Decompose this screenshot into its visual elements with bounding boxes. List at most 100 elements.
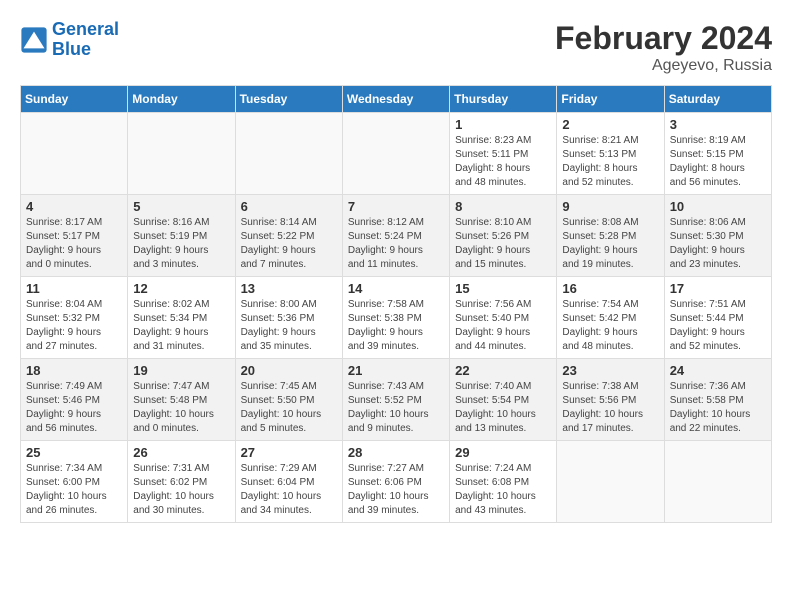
- day-info: Sunrise: 7:38 AM Sunset: 5:56 PM Dayligh…: [562, 380, 658, 436]
- column-header-thursday: Thursday: [450, 86, 557, 113]
- calendar-cell: 7Sunrise: 8:12 AM Sunset: 5:24 PM Daylig…: [342, 195, 449, 277]
- day-number: 3: [670, 117, 766, 132]
- day-number: 14: [348, 281, 444, 296]
- day-number: 24: [670, 363, 766, 378]
- day-number: 6: [241, 199, 337, 214]
- day-info: Sunrise: 8:08 AM Sunset: 5:28 PM Dayligh…: [562, 216, 658, 272]
- calendar-cell: [557, 441, 664, 523]
- day-info: Sunrise: 7:36 AM Sunset: 5:58 PM Dayligh…: [670, 380, 766, 436]
- calendar-cell: 15 Sunrise: 7:56 AM Sunset: 5:40 PM Dayli…: [450, 277, 557, 359]
- calendar-cell: 4Sunrise: 8:17 AM Sunset: 5:17 PM Daylig…: [21, 195, 128, 277]
- calendar-week-row: 11Sunrise: 8:04 AM Sunset: 5:32 PM Dayli…: [21, 277, 772, 359]
- day-info: Sunrise: 8:10 AM Sunset: 5:26 PM Dayligh…: [455, 216, 551, 272]
- day-info: Sunrise: 7:56 AM Sunset: 5:40 PM Dayligh…: [455, 298, 551, 354]
- calendar-cell: 23Sunrise: 7:38 AM Sunset: 5:56 PM Dayli…: [557, 359, 664, 441]
- day-number: 10: [670, 199, 766, 214]
- calendar-cell: [21, 113, 128, 195]
- day-number: 19: [133, 363, 229, 378]
- day-number: 13: [241, 281, 337, 296]
- calendar-cell: 13 Sunrise: 8:00 AM Sunset: 5:36 PM Dayli…: [235, 277, 342, 359]
- logo-line1: General: [52, 19, 119, 39]
- calendar-cell: 16 Sunrise: 7:54 AM Sunset: 5:42 PM Dayli…: [557, 277, 664, 359]
- calendar-cell: 25 Sunrise: 7:34 AM Sunset: 6:00 PM Dayli…: [21, 441, 128, 523]
- logo-line2: Blue: [52, 39, 91, 59]
- calendar-cell: [342, 113, 449, 195]
- day-info: Sunrise: 7:40 AM Sunset: 5:54 PM Dayligh…: [455, 380, 551, 436]
- day-number: 28: [348, 445, 444, 460]
- calendar-cell: 10 Sunrise: 8:06 AM Sunset: 5:30 PM Dayli…: [664, 195, 771, 277]
- day-info: Sunrise: 7:54 AM Sunset: 5:42 PM Dayligh…: [562, 298, 658, 354]
- calendar-cell: 26 Sunrise: 7:31 AM Sunset: 6:02 PM Dayli…: [128, 441, 235, 523]
- day-number: 22: [455, 363, 551, 378]
- day-number: 16: [562, 281, 658, 296]
- subtitle: Ageyevo, Russia: [555, 57, 772, 75]
- calendar-cell: 3 Sunrise: 8:19 AM Sunset: 5:15 PM Daylig…: [664, 113, 771, 195]
- day-info: Sunrise: 8:02 AM Sunset: 5:34 PM Dayligh…: [133, 298, 229, 354]
- day-number: 8: [455, 199, 551, 214]
- day-number: 12: [133, 281, 229, 296]
- day-info: Sunrise: 7:58 AM Sunset: 5:38 PM Dayligh…: [348, 298, 444, 354]
- calendar-cell: 14 Sunrise: 7:58 AM Sunset: 5:38 PM Dayli…: [342, 277, 449, 359]
- day-info: Sunrise: 8:23 AM Sunset: 5:11 PM Dayligh…: [455, 134, 551, 190]
- day-info: Sunrise: 8:19 AM Sunset: 5:15 PM Dayligh…: [670, 134, 766, 190]
- calendar-cell: 11Sunrise: 8:04 AM Sunset: 5:32 PM Dayli…: [21, 277, 128, 359]
- day-number: 7: [348, 199, 444, 214]
- calendar-cell: 9 Sunrise: 8:08 AM Sunset: 5:28 PM Daylig…: [557, 195, 664, 277]
- column-header-monday: Monday: [128, 86, 235, 113]
- calendar-cell: 8 Sunrise: 8:10 AM Sunset: 5:26 PM Daylig…: [450, 195, 557, 277]
- day-info: Sunrise: 8:00 AM Sunset: 5:36 PM Dayligh…: [241, 298, 337, 354]
- calendar-cell: 5Sunrise: 8:16 AM Sunset: 5:19 PM Daylig…: [128, 195, 235, 277]
- calendar-cell: 12 Sunrise: 8:02 AM Sunset: 5:34 PM Dayli…: [128, 277, 235, 359]
- day-info: Sunrise: 8:04 AM Sunset: 5:32 PM Dayligh…: [26, 298, 122, 354]
- title-block: February 2024 Ageyevo, Russia: [555, 20, 772, 75]
- logo-text: General Blue: [52, 20, 119, 60]
- calendar-cell: 19 Sunrise: 7:47 AM Sunset: 5:48 PM Dayli…: [128, 359, 235, 441]
- column-header-saturday: Saturday: [664, 86, 771, 113]
- day-info: Sunrise: 7:49 AM Sunset: 5:46 PM Dayligh…: [26, 380, 122, 436]
- calendar-cell: 29 Sunrise: 7:24 AM Sunset: 6:08 PM Dayli…: [450, 441, 557, 523]
- calendar-cell: 20 Sunrise: 7:45 AM Sunset: 5:50 PM Dayli…: [235, 359, 342, 441]
- day-info: Sunrise: 7:34 AM Sunset: 6:00 PM Dayligh…: [26, 462, 122, 518]
- calendar-cell: 27Sunrise: 7:29 AM Sunset: 6:04 PM Dayli…: [235, 441, 342, 523]
- main-title: February 2024: [555, 20, 772, 57]
- calendar-cell: 28Sunrise: 7:27 AM Sunset: 6:06 PM Dayli…: [342, 441, 449, 523]
- day-number: 1: [455, 117, 551, 132]
- day-info: Sunrise: 8:21 AM Sunset: 5:13 PM Dayligh…: [562, 134, 658, 190]
- day-number: 5: [133, 199, 229, 214]
- day-number: 29: [455, 445, 551, 460]
- day-number: 4: [26, 199, 122, 214]
- calendar-cell: 21 Sunrise: 7:43 AM Sunset: 5:52 PM Dayli…: [342, 359, 449, 441]
- calendar-table: SundayMondayTuesdayWednesdayThursdayFrid…: [20, 85, 772, 523]
- calendar-week-row: 25 Sunrise: 7:34 AM Sunset: 6:00 PM Dayli…: [21, 441, 772, 523]
- calendar-cell: 22 Sunrise: 7:40 AM Sunset: 5:54 PM Dayli…: [450, 359, 557, 441]
- day-info: Sunrise: 7:45 AM Sunset: 5:50 PM Dayligh…: [241, 380, 337, 436]
- calendar-cell: 6 Sunrise: 8:14 AM Sunset: 5:22 PM Daylig…: [235, 195, 342, 277]
- day-number: 9: [562, 199, 658, 214]
- day-info: Sunrise: 7:24 AM Sunset: 6:08 PM Dayligh…: [455, 462, 551, 518]
- calendar-week-row: 18Sunrise: 7:49 AM Sunset: 5:46 PM Dayli…: [21, 359, 772, 441]
- day-number: 21: [348, 363, 444, 378]
- day-info: Sunrise: 7:29 AM Sunset: 6:04 PM Dayligh…: [241, 462, 337, 518]
- day-info: Sunrise: 8:14 AM Sunset: 5:22 PM Dayligh…: [241, 216, 337, 272]
- logo: General Blue: [20, 20, 119, 60]
- day-info: Sunrise: 8:06 AM Sunset: 5:30 PM Dayligh…: [670, 216, 766, 272]
- page-header: General Blue February 2024 Ageyevo, Russ…: [20, 20, 772, 75]
- calendar-cell: [128, 113, 235, 195]
- day-number: 20: [241, 363, 337, 378]
- column-header-sunday: Sunday: [21, 86, 128, 113]
- day-number: 15: [455, 281, 551, 296]
- calendar-header-row: SundayMondayTuesdayWednesdayThursdayFrid…: [21, 86, 772, 113]
- calendar-cell: 1 Sunrise: 8:23 AM Sunset: 5:11 PM Daylig…: [450, 113, 557, 195]
- day-info: Sunrise: 7:47 AM Sunset: 5:48 PM Dayligh…: [133, 380, 229, 436]
- column-header-friday: Friday: [557, 86, 664, 113]
- day-number: 2: [562, 117, 658, 132]
- column-header-tuesday: Tuesday: [235, 86, 342, 113]
- calendar-cell: 24 Sunrise: 7:36 AM Sunset: 5:58 PM Dayli…: [664, 359, 771, 441]
- day-number: 25: [26, 445, 122, 460]
- calendar-cell: [235, 113, 342, 195]
- calendar-cell: 2 Sunrise: 8:21 AM Sunset: 5:13 PM Daylig…: [557, 113, 664, 195]
- day-number: 26: [133, 445, 229, 460]
- day-info: Sunrise: 7:31 AM Sunset: 6:02 PM Dayligh…: [133, 462, 229, 518]
- day-info: Sunrise: 7:43 AM Sunset: 5:52 PM Dayligh…: [348, 380, 444, 436]
- calendar-week-row: 4Sunrise: 8:17 AM Sunset: 5:17 PM Daylig…: [21, 195, 772, 277]
